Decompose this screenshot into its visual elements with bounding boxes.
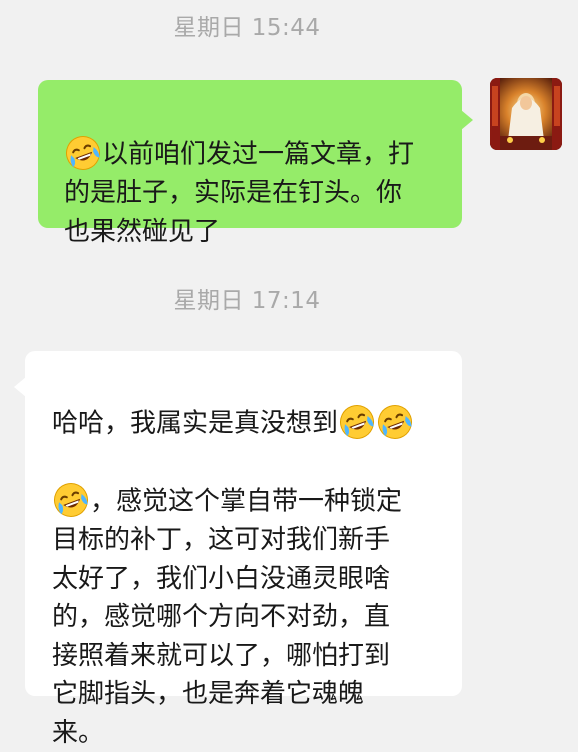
avatar[interactable] <box>490 78 562 150</box>
timestamp: 星期日 17:14 <box>173 288 321 314</box>
rolling-on-floor-laughing-emoji-icon <box>65 96 101 170</box>
message-text: ，感觉这个掌自带一种锁定 目标的补丁，这可对我们新手 太好了，我们小白没通灵眼啥… <box>52 486 403 748</box>
message-text: 以前咱们发过一篇文章，打 的是肚子，实际是在钉头。你 也果然碰见了 <box>64 139 415 247</box>
timestamp: 星期日 15:44 <box>173 15 321 41</box>
rolling-on-floor-laughing-emoji-icon <box>339 365 375 439</box>
outgoing-message-bubble[interactable]: 以前咱们发过一篇文章，打 的是肚子，实际是在钉头。你 也果然碰见了 <box>38 80 473 247</box>
rolling-on-floor-laughing-emoji-icon <box>377 365 413 439</box>
message-text: 哈哈，我属实是真没想到 <box>52 408 339 439</box>
rolling-on-floor-laughing-emoji-icon <box>53 443 89 517</box>
incoming-message-bubble[interactable]: 哈哈，我属实是真没想到 ，感觉这个掌自带一种锁定 目标的补丁，这可对我们新手 太… <box>14 351 462 748</box>
